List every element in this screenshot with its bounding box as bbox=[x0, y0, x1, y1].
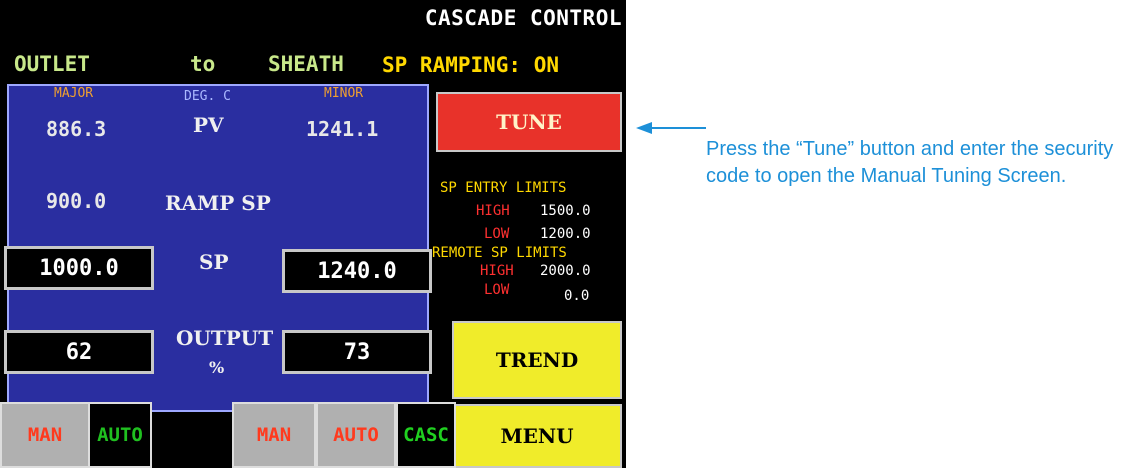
trend-button[interactable]: TREND bbox=[452, 321, 622, 399]
units-label: DEG. C bbox=[184, 89, 231, 104]
remote-sp-high-value: 2000.0 bbox=[540, 263, 591, 279]
remote-sp-low-value: 0.0 bbox=[564, 288, 590, 304]
minor-label: MINOR bbox=[324, 86, 364, 101]
output-label: OUTPUT bbox=[176, 326, 274, 350]
sp-entry-limits-title: SP ENTRY LIMITS bbox=[440, 180, 567, 196]
major-output-input[interactable]: 62 bbox=[4, 330, 154, 374]
hmi-screen: CASCADE CONTROL OUTLET to SHEATH SP RAMP… bbox=[0, 0, 626, 468]
outlet-label: OUTLET bbox=[14, 52, 90, 76]
minor-auto-button[interactable]: AUTO bbox=[316, 402, 396, 468]
sp-entry-low-label: LOW bbox=[484, 226, 510, 242]
output-unit-label: % bbox=[209, 358, 225, 377]
remote-sp-high-label: HIGH bbox=[480, 263, 514, 279]
tune-callout-text: Press the “Tune” button and enter the se… bbox=[706, 138, 1114, 187]
major-auto-button[interactable]: AUTO bbox=[88, 402, 152, 468]
major-sp-input[interactable]: 1000.0 bbox=[4, 246, 154, 290]
screen-title: CASCADE CONTROL bbox=[424, 6, 622, 30]
pv-label: PV bbox=[193, 113, 224, 137]
major-ramp-sp-value: 900.0 bbox=[46, 189, 107, 213]
sp-entry-high-value: 1500.0 bbox=[540, 203, 591, 219]
to-label: to bbox=[190, 52, 216, 76]
sheath-label: SHEATH bbox=[268, 52, 344, 76]
remote-sp-limits-title: REMOTE SP LIMITS bbox=[432, 245, 567, 261]
major-pv-value: 886.3 bbox=[46, 117, 107, 141]
sp-entry-high-label: HIGH bbox=[476, 203, 510, 219]
minor-casc-button[interactable]: CASC bbox=[396, 402, 456, 468]
sp-ramping-status: SP RAMPING: ON bbox=[382, 53, 560, 77]
tune-button[interactable]: TUNE bbox=[436, 92, 622, 152]
minor-output-input[interactable]: 73 bbox=[282, 330, 432, 374]
minor-man-button[interactable]: MAN bbox=[232, 402, 316, 468]
remote-sp-low-label: LOW bbox=[484, 282, 510, 298]
menu-button[interactable]: MENU bbox=[452, 404, 622, 468]
major-man-button[interactable]: MAN bbox=[0, 402, 90, 468]
sp-label: SP bbox=[199, 250, 229, 274]
minor-pv-value: 1241.1 bbox=[306, 117, 379, 141]
ramp-sp-label: RAMP SP bbox=[165, 191, 271, 215]
callout-arrow-line bbox=[650, 127, 706, 129]
major-label: MAJOR bbox=[54, 86, 94, 101]
sp-entry-low-value: 1200.0 bbox=[540, 226, 591, 242]
minor-sp-input[interactable]: 1240.0 bbox=[282, 249, 432, 293]
